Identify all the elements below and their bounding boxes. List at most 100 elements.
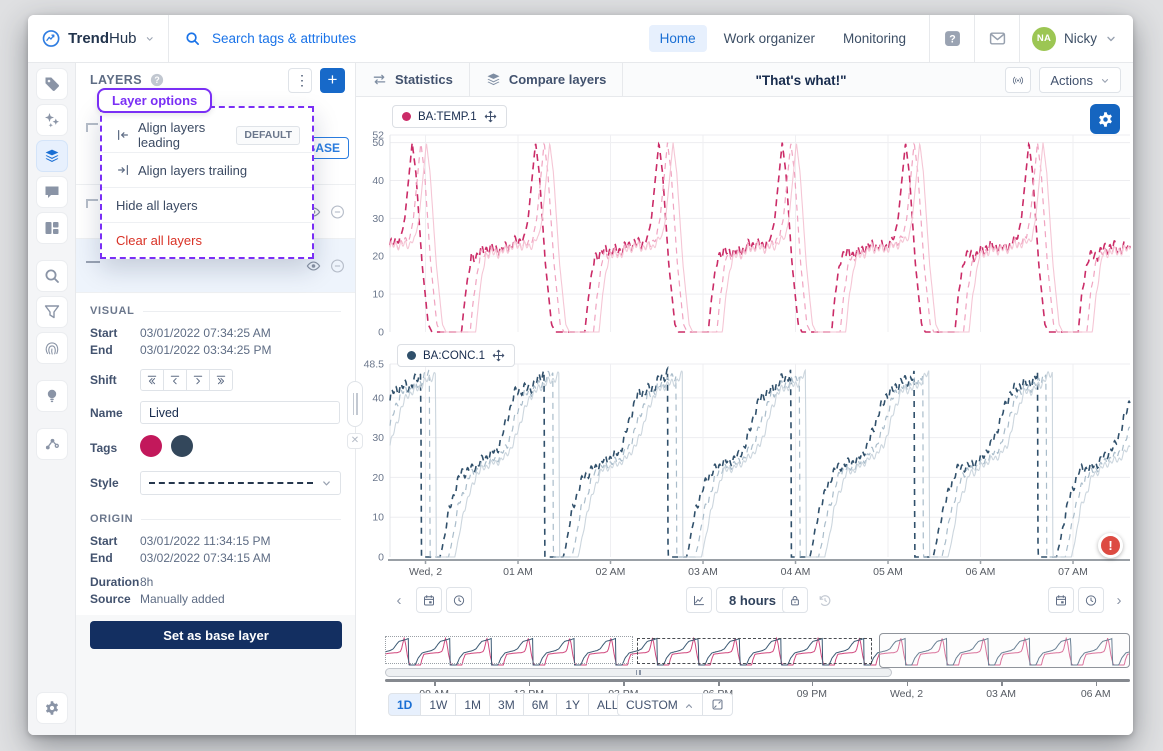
global-search[interactable] [169,30,529,47]
sidebar-item-network[interactable] [37,429,67,459]
inbox-button[interactable] [975,15,1019,63]
range-1w-button[interactable]: 1W [420,693,456,716]
remove-layer-icon[interactable] [330,204,345,219]
tag-color-dot[interactable] [140,435,162,457]
chevron-up-icon [684,700,694,710]
live-mode-button[interactable] [1005,67,1031,93]
chart-temp[interactable]: 5250403020100 [356,100,1133,343]
pan-left-button[interactable]: ‹ [388,587,410,613]
custom-range-expand-button[interactable] [702,693,733,716]
chart-conc[interactable]: 48.5403020100Wed, 201 AM02 AM03 AM04 AM0… [356,345,1133,595]
sidebar-item-layers[interactable] [37,141,67,171]
remove-layer-icon[interactable] [330,258,345,273]
sidebar-item-gear[interactable] [37,693,67,723]
svg-text:Wed, 2: Wed, 2 [409,566,442,578]
sidebar-item-funnel[interactable] [37,297,67,327]
overview-tick-label: 06 AM [1081,688,1111,700]
svg-text:?: ? [949,33,955,45]
nav-item-monitoring[interactable]: Monitoring [832,25,917,52]
svg-text:04 AM: 04 AM [781,566,811,578]
sidebar-item-chat[interactable] [37,177,67,207]
sidebar-item-fingerprint[interactable] [37,333,67,363]
layer-name-input[interactable] [140,401,340,424]
layer-preview-stub [86,199,98,208]
help-button[interactable]: ? [930,15,974,63]
history-button[interactable] [812,587,838,613]
dashboard-icon [44,220,60,236]
shift-bb-button[interactable] [140,369,164,391]
menu-item-clear-all-layers[interactable]: Clear all layers [102,223,312,257]
range-1y-button[interactable]: 1Y [556,693,589,716]
nav-item-home[interactable]: Home [649,25,707,52]
svg-text:?: ? [154,75,159,85]
shift-f-button[interactable] [186,369,210,391]
range-6m-button[interactable]: 6M [523,693,558,716]
visibility-toggle-icon[interactable] [306,258,321,273]
chart-settings-button[interactable] [1090,104,1120,134]
brand-chevron-icon[interactable] [145,33,154,45]
end-time-button[interactable] [1078,587,1104,613]
tag-color-dot[interactable] [171,435,193,457]
pan-right-button[interactable]: › [1108,587,1130,613]
user-menu[interactable]: NA Nicky [1020,27,1133,51]
range-1d-button[interactable]: 1D [388,693,421,716]
move-icon[interactable] [484,110,497,123]
add-layer-button[interactable]: + [320,68,345,93]
layer-options-button[interactable]: ⋮ [288,68,312,93]
lock-duration-button[interactable] [782,587,808,613]
move-icon[interactable] [492,349,505,362]
start-date-button[interactable] [416,587,442,613]
end-label: End [90,551,140,565]
menu-item-align-layers-leading[interactable]: Align layers leadingDEFAULT [102,118,312,152]
statistics-button[interactable]: Statistics [356,63,470,96]
sidebar-item-bulb[interactable] [37,381,67,411]
sidebar-item-search[interactable] [37,261,67,291]
origin-section: ORIGIN Start 03/01/2022 11:34:15 PM End … [76,513,355,606]
sidebar-item-dashboard[interactable] [37,213,67,243]
menu-item-align-layers-trailing[interactable]: Align layers trailing [102,153,312,187]
svg-text:0: 0 [378,327,384,339]
overview-region-1[interactable] [385,636,633,664]
end-date-button[interactable] [1048,587,1074,613]
custom-range-button[interactable]: CUSTOM [617,693,703,716]
shift-b-button[interactable] [163,369,187,391]
panel-resize-handle[interactable] [347,381,363,427]
alert-badge[interactable]: ! [1098,533,1123,558]
set-base-layer-button[interactable]: Set as base layer [90,621,342,649]
align-trailing-icon [116,163,130,177]
search-icon [44,268,60,284]
sparkles-icon [44,112,60,128]
svg-text:40: 40 [372,392,384,404]
series-pill-temp[interactable]: BA:TEMP.1 [392,105,507,128]
overview-region-2[interactable] [637,638,872,664]
compare-layers-button[interactable]: Compare layers [470,63,624,96]
menu-item-hide-all-layers[interactable]: Hide all layers [102,188,312,222]
range-1m-button[interactable]: 1M [455,693,490,716]
visual-heading: VISUAL [90,305,135,317]
layers-help-icon[interactable]: ? [150,73,164,87]
series-pill-conc[interactable]: BA:CONC.1 [397,344,515,367]
svg-text:50: 50 [372,137,384,149]
custom-range-group: CUSTOM [618,693,733,716]
source-value: Manually added [140,592,225,606]
overview-tick-label: 09 PM [797,688,827,700]
brand[interactable]: TrendHub [28,27,168,50]
sidebar-item-sparkles[interactable] [37,105,67,135]
duration-button[interactable]: 8 hours [716,587,789,613]
overview-strip[interactable] [385,635,1130,667]
overview-region-3[interactable] [879,633,1130,668]
overview-scrollbar[interactable] [385,668,1130,677]
svg-text:20: 20 [372,251,384,263]
range-3m-button[interactable]: 3M [489,693,524,716]
scale-mode-button[interactable] [686,587,712,613]
actions-button[interactable]: Actions [1039,67,1121,93]
sidebar-item-tag[interactable] [37,69,67,99]
search-input[interactable] [210,30,510,47]
brand-name: TrendHub [68,30,136,47]
panel-close-button[interactable]: ✕ [347,433,363,449]
nav-item-work-organizer[interactable]: Work organizer [713,25,826,52]
start-time-button[interactable] [446,587,472,613]
overview-scroll-thumb[interactable] [385,668,892,677]
shift-ff-button[interactable] [209,369,233,391]
style-select[interactable] [140,471,341,495]
